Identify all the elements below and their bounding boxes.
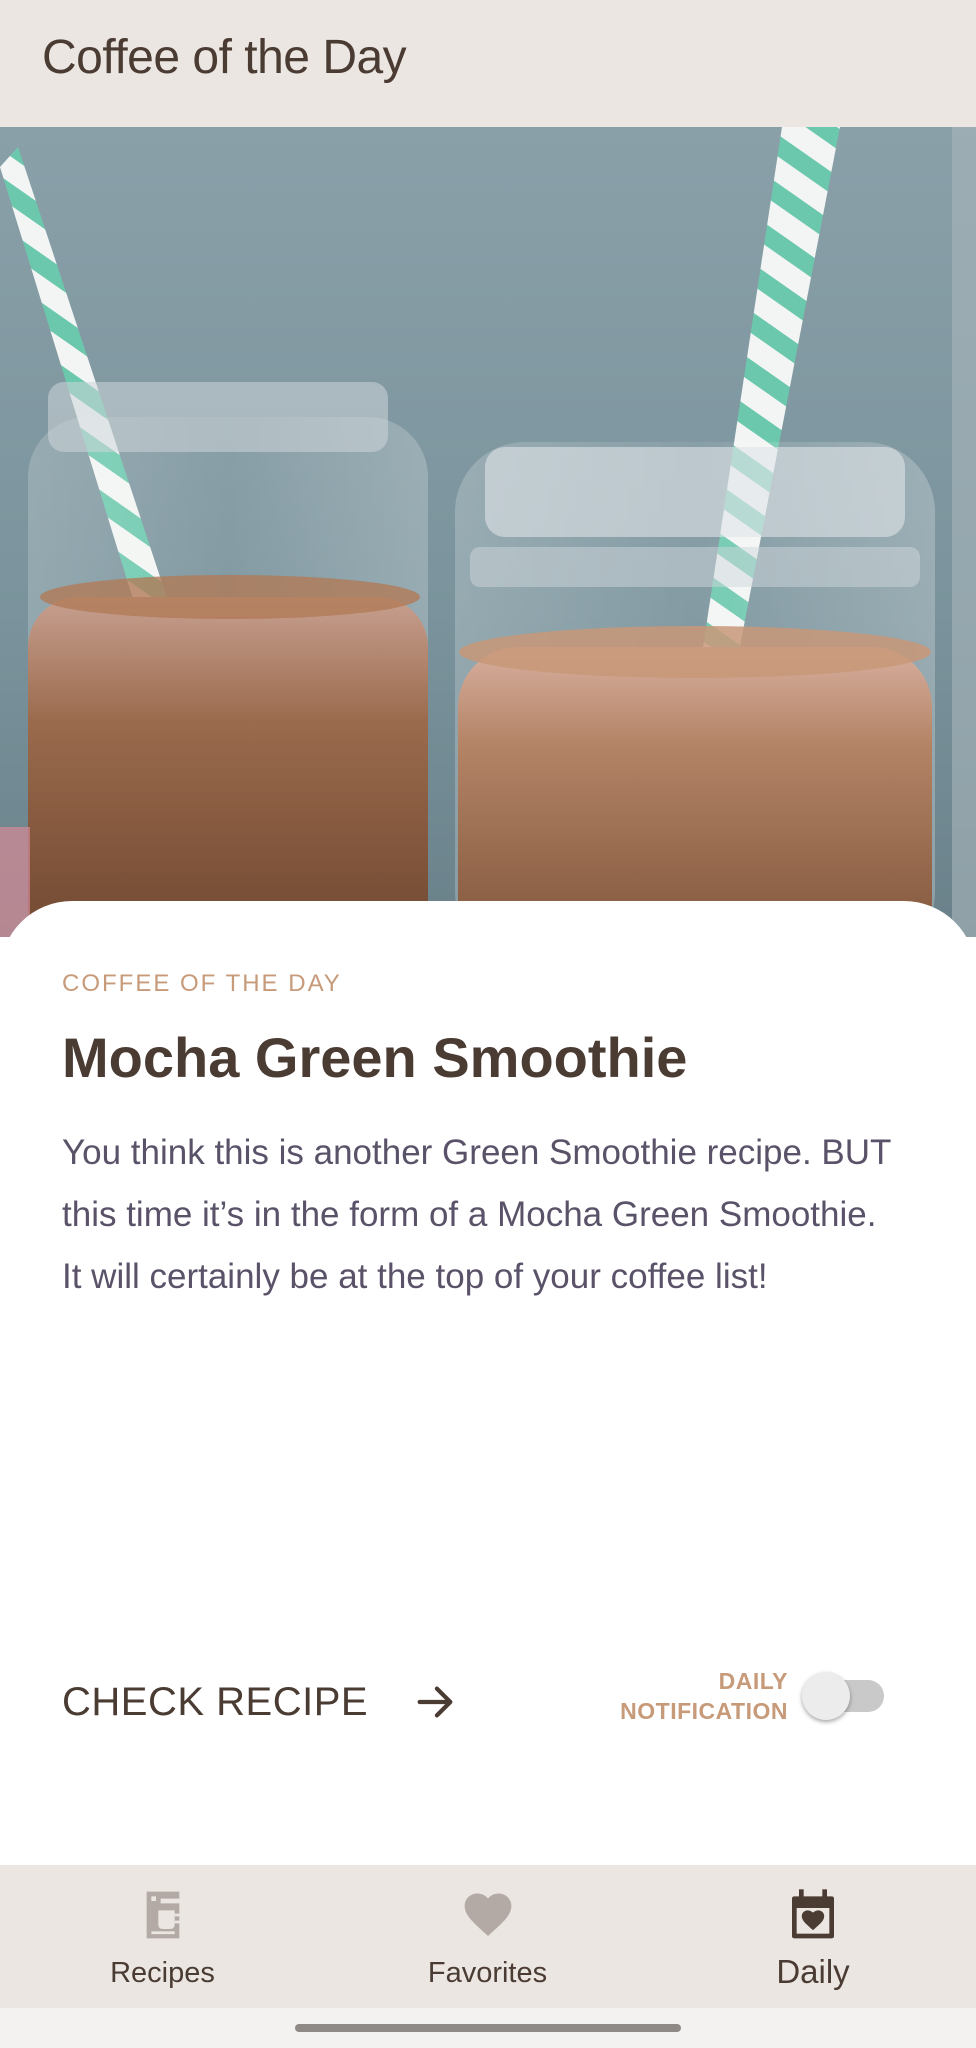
check-recipe-label: CHECK RECIPE <box>62 1679 369 1724</box>
daily-notification-label-line2: NOTIFICATION <box>620 1698 788 1724</box>
mocha-smoothie-jars-photo <box>0 127 976 937</box>
nav-label-recipes: Recipes <box>110 1957 215 1989</box>
nav-item-favorites[interactable]: Favorites <box>325 1865 650 2008</box>
calendar-heart-icon <box>792 1889 834 1939</box>
nav-label-favorites: Favorites <box>427 1957 548 1989</box>
system-gesture-area <box>0 2008 976 2048</box>
nav-label-daily: Daily <box>776 1953 850 1990</box>
hero-image <box>0 127 976 937</box>
toggle-thumb <box>802 1672 850 1720</box>
gesture-handle[interactable] <box>295 2024 681 2032</box>
check-recipe-button[interactable]: CHECK RECIPE <box>62 1672 458 1732</box>
top-app-bar: Coffee of the Day <box>0 0 976 127</box>
nav-item-daily[interactable]: Daily <box>650 1865 976 2008</box>
section-overline: COFFEE OF THE DAY <box>62 970 342 997</box>
bottom-navigation: Recipes Favorites Daily <box>0 1865 976 2008</box>
coffee-description: You think this is another Green Smoothie… <box>62 1133 891 1296</box>
coffee-title: Mocha Green Smoothie <box>62 1026 688 1089</box>
nav-item-recipes[interactable]: Recipes <box>0 1865 325 2008</box>
coffee-maker-icon <box>146 1891 183 1939</box>
heart-icon <box>464 1893 511 1936</box>
app-title: Coffee of the Day <box>42 31 407 84</box>
daily-notification-label-line1: DAILY <box>718 1668 788 1694</box>
daily-notification-toggle[interactable] <box>802 1670 886 1724</box>
arrow-right-icon <box>417 1686 453 1718</box>
daily-notification-label: DAILY NOTIFICATION <box>620 1666 788 1726</box>
